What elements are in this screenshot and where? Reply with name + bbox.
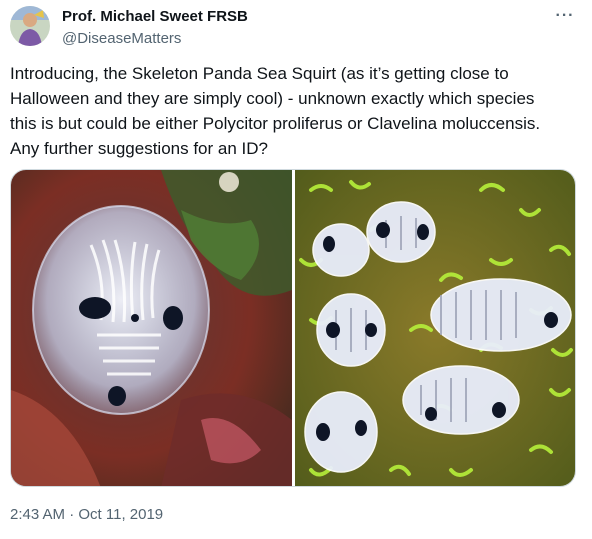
tweet-text-line: Introducing, the Skeleton Panda Sea Squi… [10, 64, 509, 83]
author-name[interactable]: Prof. Michael Sweet FRSB [62, 8, 248, 25]
author-avatar[interactable] [10, 6, 50, 46]
tweet-timestamp[interactable]: 2:43 AM · Oct 11, 2019 [10, 506, 163, 523]
tweet: Prof. Michael Sweet FRSB @DiseaseMatters… [0, 0, 592, 539]
tweet-text-line: Halloween and they are simply cool) - un… [10, 89, 535, 108]
tweet-text-line: Any further suggestions for an ID? [10, 139, 268, 158]
tweet-text: Introducing, the Skeleton Panda Sea Squi… [10, 61, 580, 161]
tweet-media [10, 169, 576, 487]
author-handle[interactable]: @DiseaseMatters [62, 30, 181, 47]
more-horizontal-icon[interactable]: ··· [552, 6, 578, 26]
tweet-text-line: this is but could be either Polycitor pr… [10, 114, 541, 133]
media-image-right[interactable] [295, 170, 576, 487]
media-image-left[interactable] [11, 170, 292, 487]
